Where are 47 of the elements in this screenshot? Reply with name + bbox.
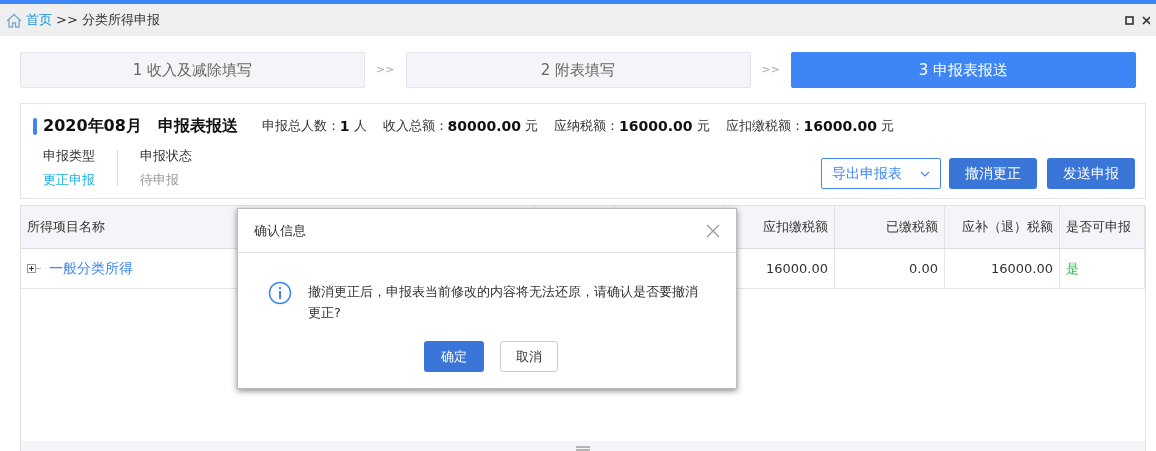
cancel-correction-button[interactable]: 撤消更正 [949,158,1037,189]
table-cell: 0.00 [835,249,945,288]
caret-icon [920,170,930,177]
table-cell: 是 [1060,249,1145,288]
stat-label: 申报总人数： [261,117,340,136]
home-link[interactable]: 首页 [26,10,52,30]
stat-label: 应纳税额： [554,117,620,136]
page-title: 分类所得申报 [81,11,160,30]
field-value[interactable]: 更正申报 [43,169,95,189]
stat-unit: 元 [696,117,710,136]
accent-bar [33,117,37,135]
stat-unit: 元 [881,117,895,136]
info-icon [268,281,292,305]
stat-value: 16000.00 [803,116,878,136]
stat-value: 16000.00 [619,116,693,136]
stat-unit: 人 [353,117,367,136]
submit-button[interactable]: 发送申报 [1047,158,1135,189]
step-separator: >> [760,61,781,78]
field-label: 申报状态 [140,147,192,165]
dialog-message: 撤消更正后，申报表当前修改的内容将无法还原，请确认是否要撤消更正? [308,283,699,322]
period-title: 2020年08月 [43,115,142,137]
column-header: 已缴税额 [835,206,945,248]
cancel-button[interactable]: 取消 [500,341,558,372]
breadcrumb-separator: >> [56,11,78,30]
stat-value: 1 [339,116,350,136]
step-separator: >> [375,61,396,78]
table-cell: 16000.00 [945,249,1060,288]
section-title: 申报表报送 [157,115,238,137]
export-dropdown[interactable]: 导出申报表 [821,158,941,189]
step-tab[interactable]: 2 附表填写 [405,52,751,88]
stat-label: 收入总额： [382,117,448,136]
stat-unit: 元 [525,117,539,136]
step-tab[interactable]: 1 收入及减除填写 [20,52,365,88]
resize-grip-icon[interactable] [576,446,590,451]
tree-toggle-icon[interactable] [27,264,41,273]
step-tab[interactable]: 3 申报表报送 [791,52,1136,88]
dialog-title: 确认信息 [254,221,306,240]
restore-icon[interactable] [1125,15,1134,25]
category-link[interactable]: 一般分类所得 [49,258,133,279]
column-header: 是否可申报 [1060,206,1145,248]
stat-value: 80000.00 [447,116,522,136]
field-value: 待申报 [140,170,180,189]
ok-button[interactable]: 确定 [424,341,484,372]
close-icon[interactable] [1142,15,1150,25]
stat-label: 应扣缴税额： [725,117,804,136]
field-label: 申报类型 [43,147,95,165]
column-header: 应补（退）税额 [945,206,1060,248]
